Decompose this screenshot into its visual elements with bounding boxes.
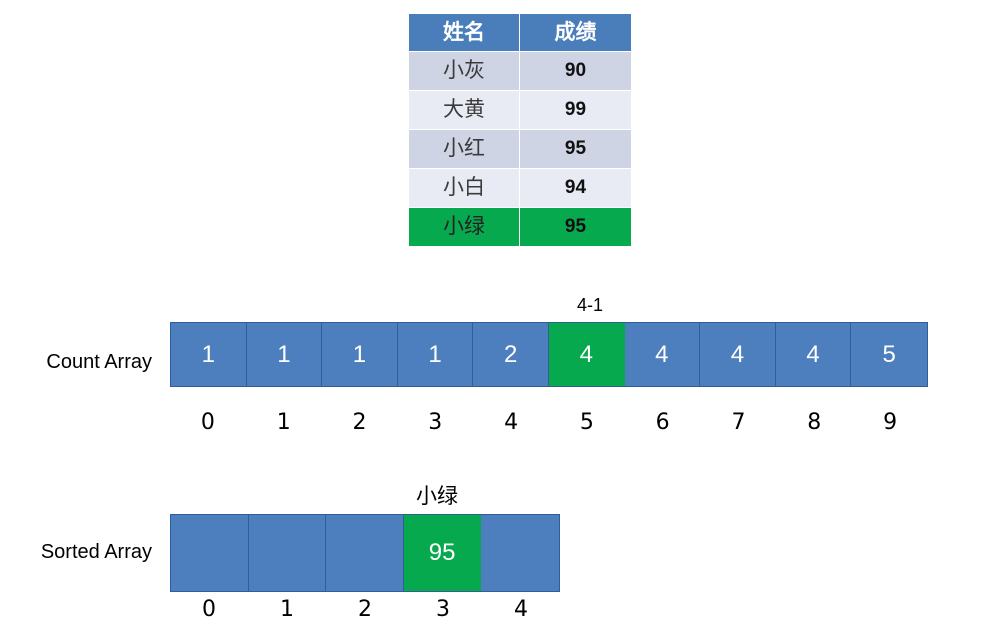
sorted-array-note: 小绿 — [416, 484, 458, 508]
sorted-array-cells: 95 — [170, 514, 560, 592]
array-index-label: 0 — [202, 597, 216, 622]
sorted-array-label: Sorted Array — [40, 541, 152, 563]
array-index-label: 1 — [280, 597, 294, 622]
sorted-array-indices: 0 1 2 3 4 — [170, 597, 560, 622]
array-cell — [171, 515, 249, 591]
array-cell: 95 — [403, 515, 482, 591]
array-index-label: 3 — [436, 597, 450, 622]
array-cell — [481, 515, 559, 591]
array-index-label: 4 — [514, 597, 528, 622]
array-cell — [326, 515, 404, 591]
sorted-array-block: Sorted Array 小绿 95 0 1 2 3 4 — [0, 0, 1006, 637]
array-index-label: 2 — [358, 597, 372, 622]
array-cell — [248, 515, 327, 591]
